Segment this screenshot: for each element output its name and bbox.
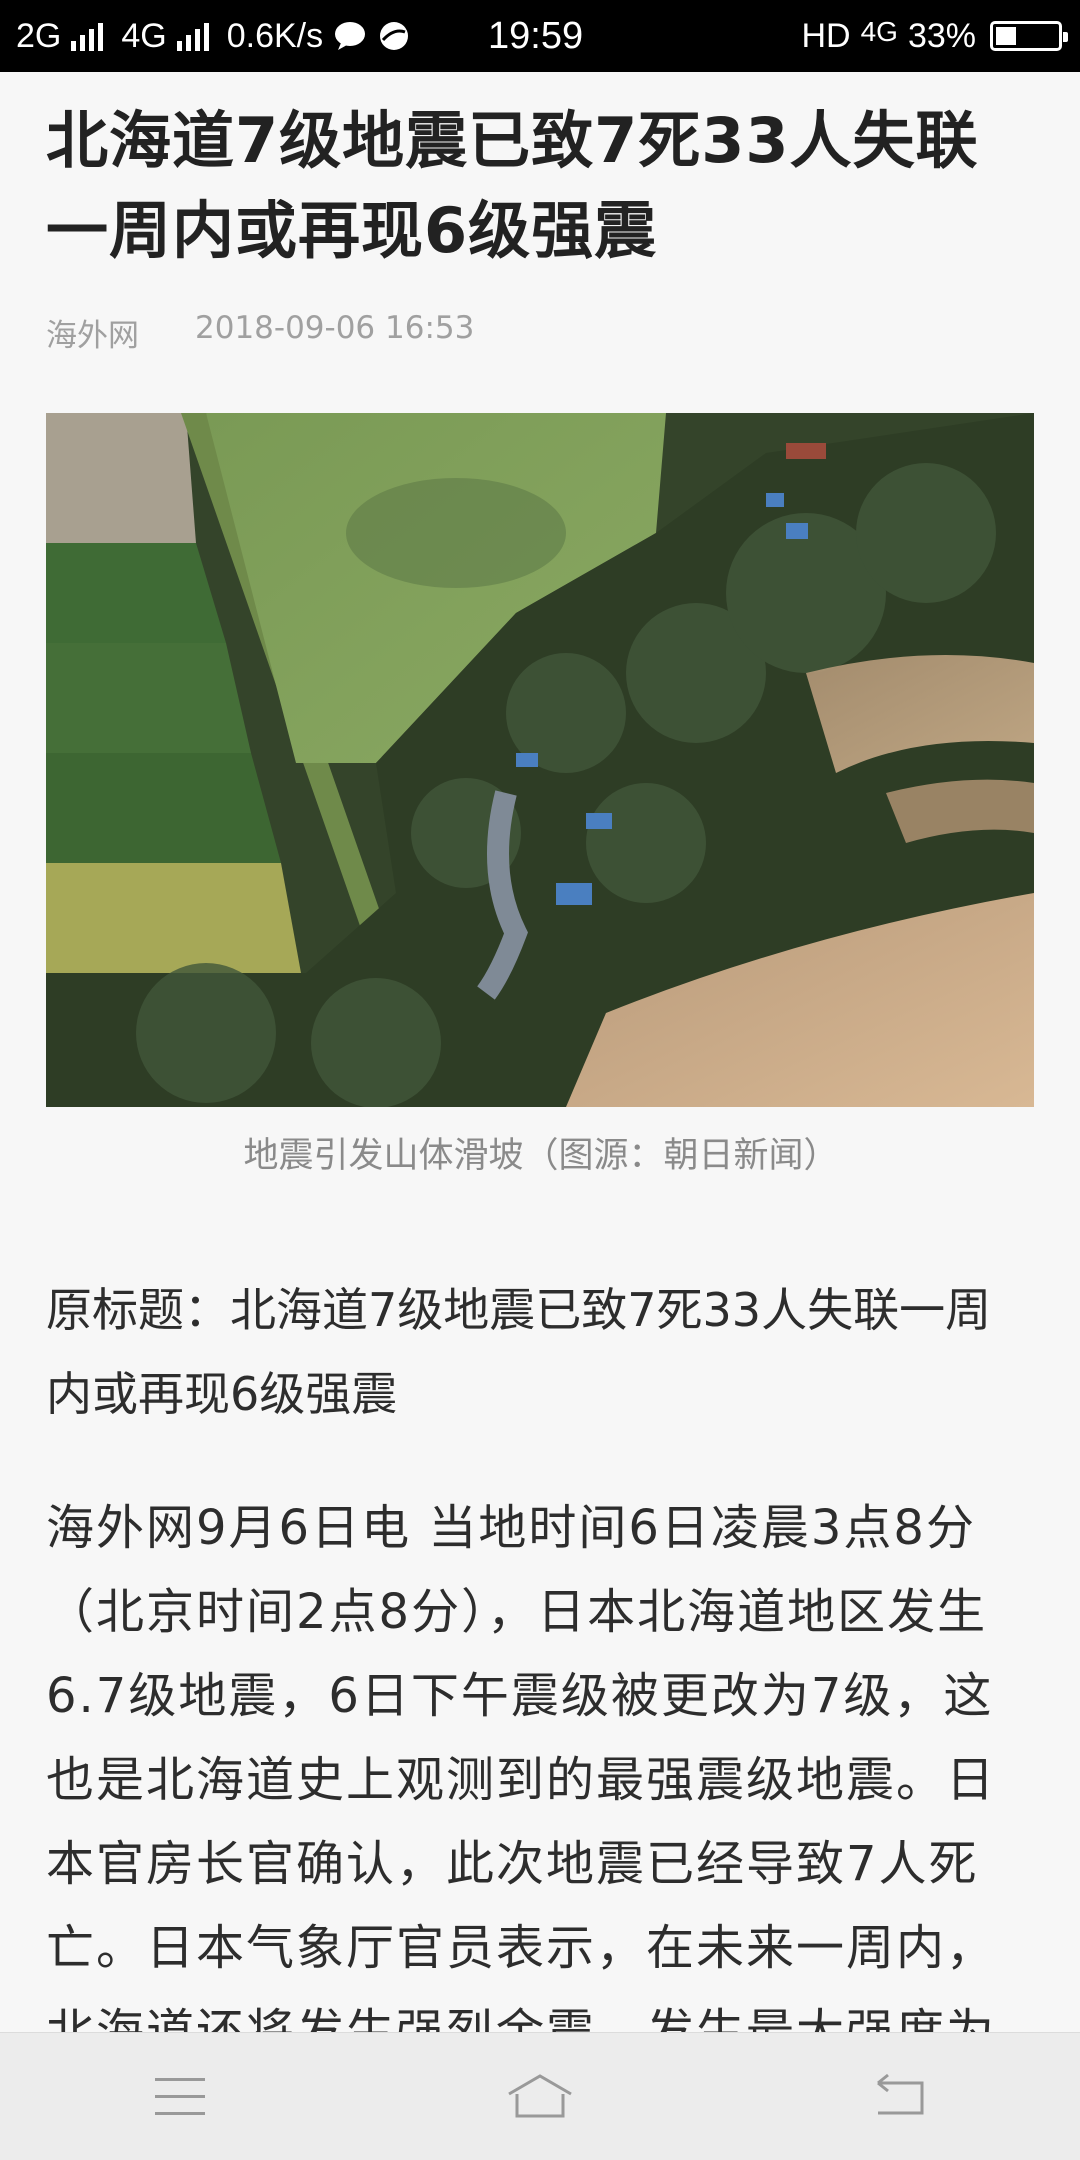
status-left: 2G 4G 0.6K/s — [16, 17, 411, 56]
status-right: HD 4G 33% — [801, 16, 1068, 56]
article-body: 海外网9月6日电 当地时间6日凌晨3点8分（北京时间2点8分），日本北海道地区发… — [46, 1500, 997, 2060]
article-meta: 海外网 2018-09-06 16:53 — [46, 310, 1036, 355]
article-source[interactable]: 海外网 — [46, 310, 139, 355]
article: 北海道7级地震已致7死33人失联一周内或再现6级强震 海外网 2018-09-0… — [46, 72, 1036, 2074]
article-title: 北海道7级地震已致7死33人失联一周内或再现6级强震 — [46, 104, 979, 267]
app-icon — [380, 22, 409, 50]
battery-percent: 33% — [907, 16, 976, 55]
network-4g-label: 4G — [121, 16, 167, 55]
clock: 19:59 — [488, 14, 584, 57]
home-button[interactable] — [480, 2047, 600, 2147]
network-2g-label: 2G — [16, 16, 62, 55]
home-icon — [508, 2073, 572, 2117]
landslide-photo-illustration — [46, 413, 1034, 1107]
hd-label: HD — [801, 16, 851, 55]
back-icon — [877, 2073, 924, 2114]
article-photo[interactable] — [46, 413, 1034, 1107]
menu-icon — [155, 2077, 205, 2115]
menu-button[interactable] — [120, 2047, 240, 2147]
battery-icon — [990, 21, 1068, 51]
status-bar: 2G 4G 0.6K/s 19:59 HD 4G 33% — [0, 0, 1080, 72]
signal-2g-icon — [71, 21, 104, 51]
original-title: 原标题：北海道7级地震已致7死33人失联一周内或再现6级强震 — [46, 1283, 992, 1421]
photo-caption: 地震引发山体滑坡（图源：朝日新闻） — [243, 1136, 839, 1176]
lte-label: 4G — [860, 16, 898, 47]
message-icon — [335, 22, 366, 50]
signal-4g-icon — [176, 21, 209, 51]
back-button[interactable] — [840, 2047, 960, 2147]
article-timestamp: 2018-09-06 16:53 — [195, 310, 475, 346]
navigation-bar — [0, 2032, 1080, 2160]
network-speed: 0.6K/s — [226, 16, 324, 55]
